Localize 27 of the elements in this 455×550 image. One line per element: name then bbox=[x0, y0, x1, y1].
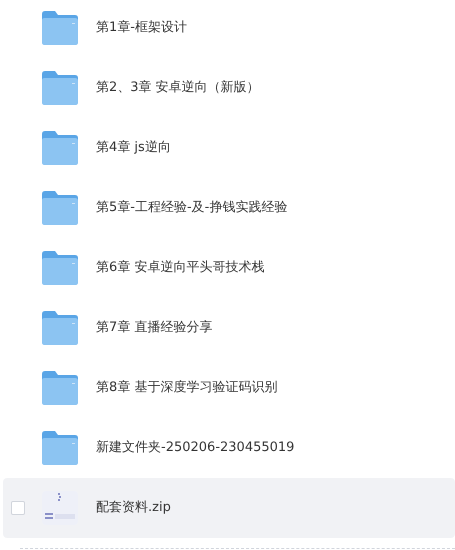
file-name[interactable]: 配套资料.zip bbox=[96, 498, 171, 518]
file-name[interactable]: 第5章-工程经验-及-挣钱实践经验 bbox=[96, 198, 288, 218]
folder-icon bbox=[42, 71, 78, 105]
folder-icon bbox=[42, 191, 78, 225]
file-row[interactable]: 第8章 基于深度学习验证码识别 bbox=[3, 358, 455, 418]
folder-icon bbox=[42, 131, 78, 165]
file-row[interactable]: 第4章 js逆向 bbox=[3, 118, 455, 178]
checkbox[interactable] bbox=[11, 501, 25, 515]
file-row[interactable]: 第1章-框架设计 bbox=[3, 0, 455, 58]
folder-icon bbox=[42, 251, 78, 285]
file-name[interactable]: 第4章 js逆向 bbox=[96, 138, 171, 158]
file-name[interactable]: 第8章 基于深度学习验证码识别 bbox=[96, 378, 278, 398]
file-name[interactable]: 新建文件夹-250206-230455019 bbox=[96, 438, 294, 458]
file-row[interactable]: 配套资料.zip bbox=[3, 478, 455, 538]
file-row[interactable]: 新建文件夹-250206-230455019 bbox=[3, 418, 455, 478]
folder-icon bbox=[42, 431, 78, 465]
folder-icon bbox=[42, 311, 78, 345]
file-name[interactable]: 第7章 直播经验分享 bbox=[96, 318, 212, 338]
file-name[interactable]: 第6章 安卓逆向平头哥技术栈 bbox=[96, 258, 264, 278]
file-row[interactable]: 第5章-工程经验-及-挣钱实践经验 bbox=[3, 178, 455, 238]
file-name[interactable]: 第1章-框架设计 bbox=[96, 18, 187, 38]
file-row[interactable]: 第2、3章 安卓逆向（新版） bbox=[3, 58, 455, 118]
folder-icon bbox=[42, 371, 78, 405]
file-row[interactable]: 第6章 安卓逆向平头哥技术栈 bbox=[3, 238, 455, 298]
folder-icon bbox=[42, 11, 78, 45]
file-name[interactable]: 第2、3章 安卓逆向（新版） bbox=[96, 78, 260, 98]
file-row[interactable]: 第7章 直播经验分享 bbox=[3, 298, 455, 358]
